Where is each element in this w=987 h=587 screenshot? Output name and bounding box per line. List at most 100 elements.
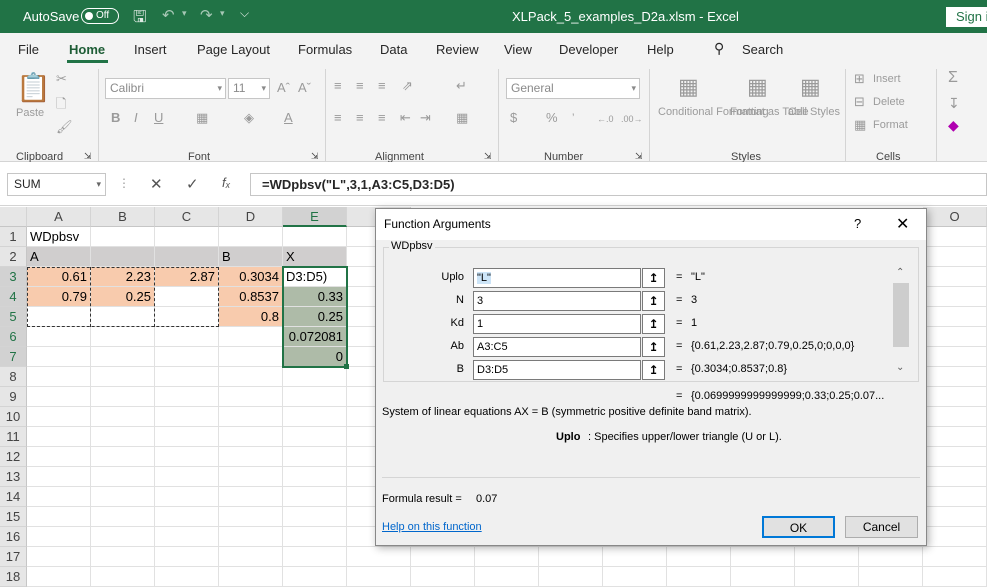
decrease-decimal-icon[interactable]: .00→ <box>621 111 643 127</box>
format-painter-icon[interactable]: 🖌 <box>56 119 73 135</box>
borders-icon[interactable]: ▦ <box>196 110 208 126</box>
insert-cells-icon[interactable]: ⊞ <box>854 71 865 87</box>
customize-toolbar-icon[interactable]: ⌵ <box>240 6 249 21</box>
paste-button[interactable]: Paste <box>16 106 44 121</box>
cell-styles-icon[interactable]: ▦ <box>800 74 821 100</box>
clear-icon[interactable]: ◆ <box>948 117 959 133</box>
column-header[interactable]: D <box>219 207 283 227</box>
column-header[interactable]: E <box>283 207 347 227</box>
italic-icon[interactable]: I <box>134 110 138 126</box>
tab-view[interactable]: View <box>504 42 532 57</box>
clipboard-launcher-icon[interactable]: ⇲ <box>84 151 92 162</box>
orientation-icon[interactable]: ⇗ <box>402 78 413 94</box>
insert-function-icon[interactable]: fₓ <box>222 175 231 190</box>
collapse-dialog-icon[interactable]: ↥ <box>642 314 665 334</box>
row-header[interactable]: 7 <box>0 347 27 367</box>
redo-icon[interactable]: ↷ <box>200 6 213 24</box>
format-as-table-icon[interactable]: ▦ <box>747 74 768 100</box>
column-header[interactable]: C <box>155 207 219 227</box>
font-name-select[interactable]: Calibri ▾ <box>105 78 226 99</box>
row-header[interactable]: 1 <box>0 227 27 247</box>
format-cells-button[interactable]: Format <box>873 118 908 133</box>
delete-cells-icon[interactable]: ⊟ <box>854 94 865 110</box>
cut-icon[interactable]: ✂ <box>56 71 67 87</box>
conditional-formatting-icon[interactable]: ▦ <box>678 74 699 100</box>
collapse-dialog-icon[interactable]: ↥ <box>642 337 665 357</box>
collapse-dialog-icon[interactable]: ↥ <box>642 268 665 288</box>
save-icon[interactable]: 🖫 <box>133 6 147 33</box>
wrap-text-icon[interactable]: ↵ <box>456 78 467 94</box>
cancel-icon[interactable]: ✕ <box>150 175 163 193</box>
increase-indent-icon[interactable]: ⇥ <box>420 110 431 126</box>
undo-icon[interactable]: ↶ <box>162 6 175 24</box>
row-header[interactable]: 10 <box>0 407 27 427</box>
help-button[interactable]: ? <box>854 216 861 231</box>
insert-cells-button[interactable]: Insert <box>873 72 901 87</box>
tab-home[interactable]: Home <box>69 42 105 57</box>
tab-formulas[interactable]: Formulas <box>298 42 352 57</box>
row-header[interactable]: 18 <box>0 567 27 587</box>
arg-input-ab[interactable]: A3:C5 <box>473 337 641 357</box>
copy-icon[interactable]: 🗋 <box>56 96 66 112</box>
collapse-dialog-icon[interactable]: ↥ <box>642 360 665 380</box>
row-header[interactable]: 9 <box>0 387 27 407</box>
increase-font-icon[interactable]: Aˆ <box>277 80 290 96</box>
tab-review[interactable]: Review <box>436 42 479 57</box>
font-size-select[interactable]: 11 ▾ <box>228 78 270 99</box>
tab-insert[interactable]: Insert <box>134 42 167 57</box>
cancel-button[interactable]: Cancel <box>845 516 918 538</box>
arg-input-n[interactable]: 3 <box>473 291 641 311</box>
cell-a2[interactable]: A <box>27 247 91 267</box>
ok-button[interactable]: OK <box>762 516 835 538</box>
search-box[interactable]: Search <box>742 42 783 57</box>
bottom-align-icon[interactable]: ≡ <box>378 78 386 94</box>
autosum-icon[interactable]: Σ <box>948 70 958 86</box>
fill-color-icon[interactable]: ◈ <box>244 110 254 126</box>
decrease-indent-icon[interactable]: ⇤ <box>400 110 411 126</box>
column-header[interactable]: B <box>91 207 155 227</box>
close-icon[interactable]: ✕ <box>896 214 909 234</box>
percent-icon[interactable]: % <box>546 110 558 126</box>
conditional-formatting-button[interactable]: Conditional Formatting <box>658 105 769 120</box>
cell-d2[interactable]: B <box>219 247 283 267</box>
enter-icon[interactable]: ✓ <box>186 175 199 193</box>
help-on-function-link[interactable]: Help on this function <box>382 521 482 533</box>
scrollbar-thumb[interactable] <box>893 283 909 347</box>
formula-input[interactable]: =WDpbsv("L",3,1,A3:C5,D3:D5) <box>250 173 987 196</box>
paste-icon[interactable]: 📋 <box>16 73 51 103</box>
scroll-up-icon[interactable]: ⌃ <box>896 267 904 278</box>
row-header[interactable]: 13 <box>0 467 27 487</box>
row-header[interactable]: 15 <box>0 507 27 527</box>
font-color-icon[interactable]: A <box>284 110 293 126</box>
fill-icon[interactable]: ↧ <box>948 95 960 111</box>
align-center-icon[interactable]: ≡ <box>356 110 364 126</box>
row-header[interactable]: 11 <box>0 427 27 447</box>
delete-cells-button[interactable]: Delete <box>873 95 905 110</box>
cell-a1[interactable]: WDpbsv <box>27 227 155 247</box>
tab-developer[interactable]: Developer <box>559 42 618 57</box>
sign-in-button[interactable]: Sign in <box>946 7 987 27</box>
increase-decimal-icon[interactable]: ←.0 <box>597 111 614 127</box>
cell-d3[interactable]: 0.3034 <box>219 267 283 287</box>
row-header[interactable]: 17 <box>0 547 27 567</box>
alignment-launcher-icon[interactable]: ⇲ <box>484 151 492 162</box>
undo-dropdown-icon[interactable]: ▾ <box>182 8 187 19</box>
number-format-select[interactable]: General ▾ <box>506 78 640 99</box>
row-header[interactable]: 3 <box>0 267 27 287</box>
arg-input-kd[interactable]: 1 <box>473 314 641 334</box>
top-align-icon[interactable]: ≡ <box>334 78 342 94</box>
font-launcher-icon[interactable]: ⇲ <box>311 151 319 162</box>
format-cells-icon[interactable]: ▦ <box>854 117 866 133</box>
cell-e2[interactable]: X <box>283 247 347 267</box>
middle-align-icon[interactable]: ≡ <box>356 78 364 94</box>
merge-center-icon[interactable]: ▦ <box>456 110 468 126</box>
row-header[interactable]: 16 <box>0 527 27 547</box>
align-left-icon[interactable]: ≡ <box>334 110 342 126</box>
decrease-font-icon[interactable]: Aˇ <box>298 80 311 96</box>
row-header[interactable]: 8 <box>0 367 27 387</box>
row-header[interactable]: 14 <box>0 487 27 507</box>
tab-data[interactable]: Data <box>380 42 407 57</box>
collapse-dialog-icon[interactable]: ↥ <box>642 291 665 311</box>
cell-c2[interactable] <box>155 247 219 267</box>
row-header[interactable]: 4 <box>0 287 27 307</box>
